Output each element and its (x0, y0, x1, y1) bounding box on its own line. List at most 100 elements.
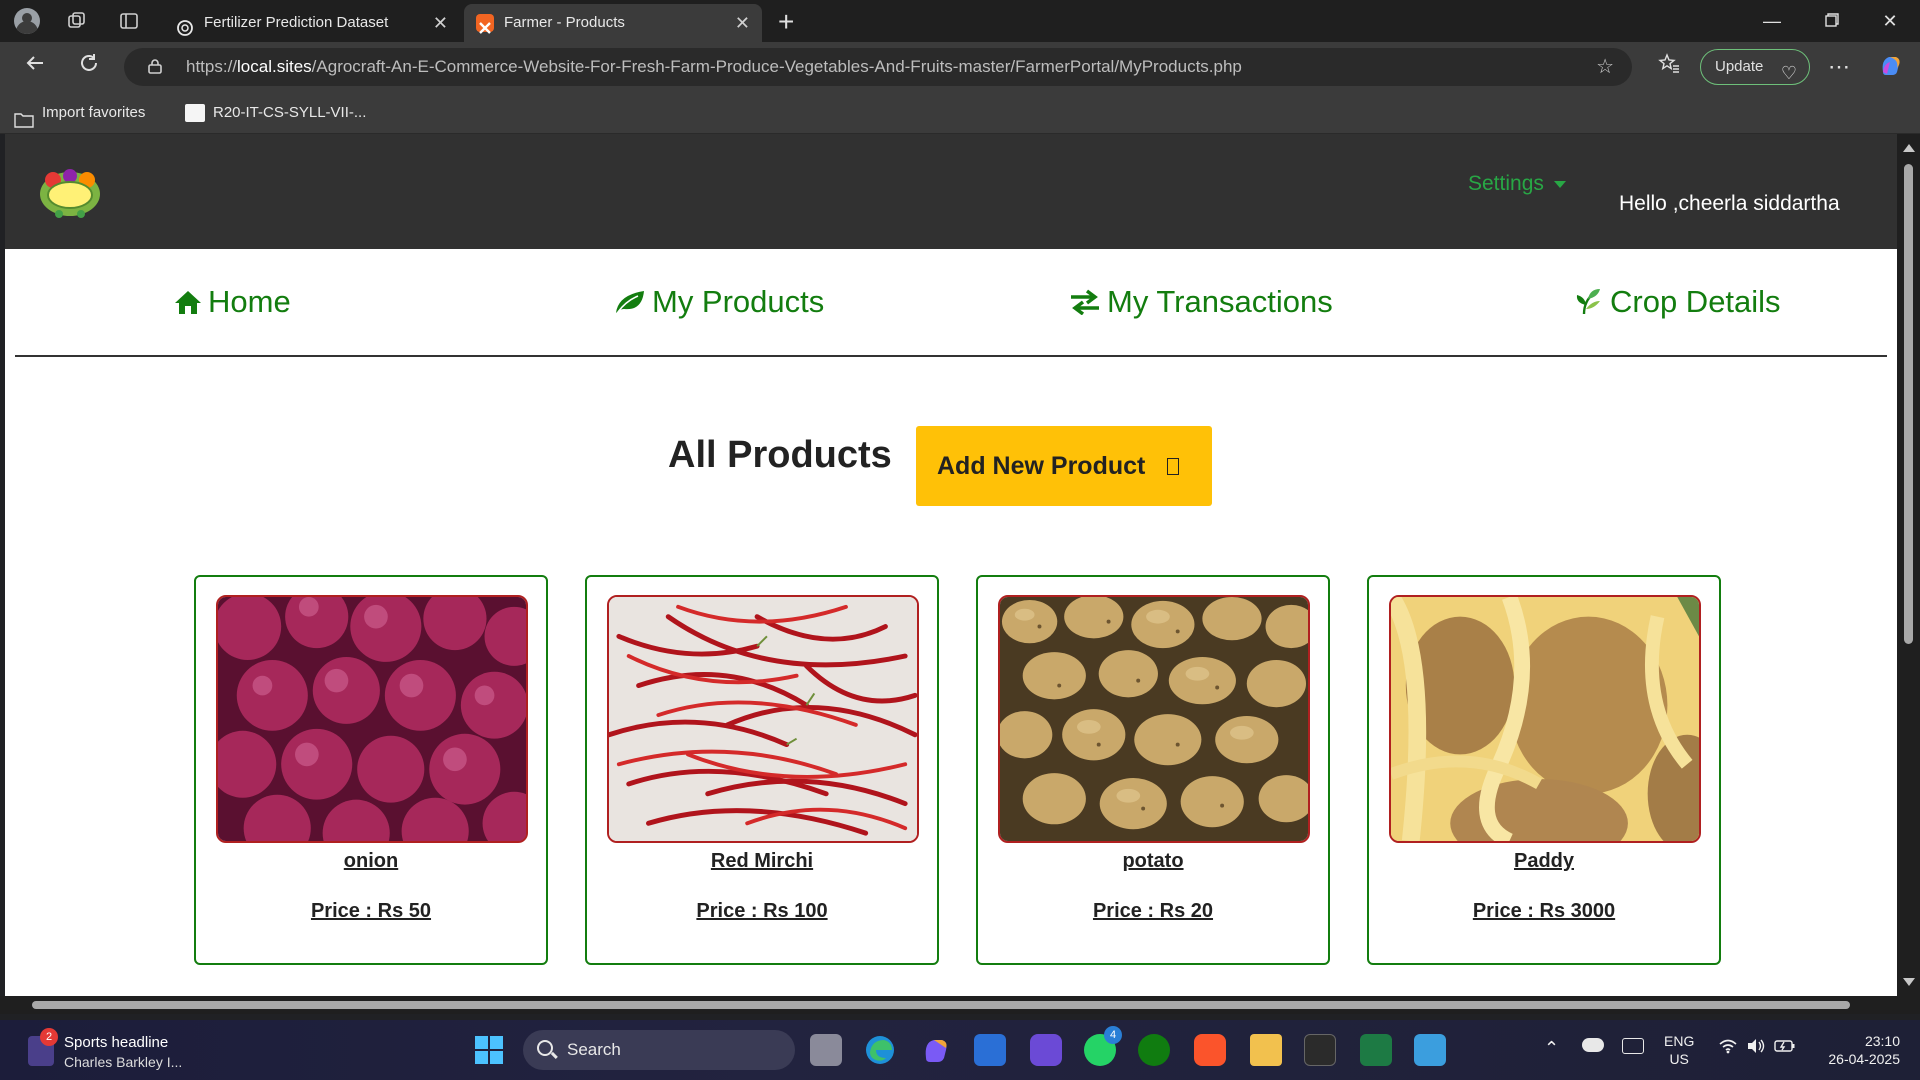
clock[interactable]: 23:10 26-04-2025 (1814, 1032, 1900, 1068)
microsoft-store-icon[interactable] (974, 1034, 1006, 1066)
brave-browser-icon[interactable] (1194, 1034, 1226, 1066)
scroll-thumb[interactable] (1904, 164, 1913, 644)
product-name[interactable]: onion (196, 850, 546, 873)
nav-label: My Products (652, 284, 825, 319)
language-indicator[interactable]: ENG US (1664, 1032, 1694, 1068)
close-tab-icon[interactable]: ✕ (433, 4, 448, 42)
excel-icon[interactable] (1360, 1034, 1392, 1066)
product-card: onion Price : Rs 50 (194, 575, 548, 965)
windows-taskbar: 2 Sports headline Charles Barkley I... S… (0, 1020, 1920, 1080)
news-badge: 2 (40, 1028, 58, 1046)
scroll-up-icon[interactable] (1903, 144, 1915, 152)
scroll-thumb[interactable] (32, 1001, 1850, 1009)
vertical-scrollbar[interactable] (1897, 134, 1920, 996)
product-name[interactable]: Red Mirchi (587, 850, 937, 873)
close-window-icon[interactable]: ✕ (1870, 6, 1910, 36)
site-header: Settings Hello ,cheerla siddartha (5, 134, 1897, 249)
search-icon (537, 1040, 553, 1056)
add-button-label: Add New Product (937, 452, 1146, 480)
caret-down-icon (1553, 180, 1566, 188)
minimize-icon[interactable]: — (1752, 6, 1792, 36)
add-new-product-button[interactable]: Add New Product (916, 426, 1212, 506)
farmers-market-logo[interactable] (37, 164, 103, 220)
settings-dropdown[interactable]: Settings (1468, 172, 1566, 196)
tab-fertilizer-dataset[interactable]: Fertilizer Prediction Dataset ✕ (164, 4, 460, 42)
nav-crop-details[interactable]: Crop Details (1574, 249, 1781, 355)
favorite-label: Import favorites (42, 104, 146, 121)
clock-time: 23:10 (1864, 1033, 1900, 1049)
battery-icon[interactable] (1774, 1038, 1796, 1057)
url-path: /Agrocraft-An-E-Commerce-Website-For-Fre… (311, 57, 1242, 76)
leaf-icon (616, 291, 644, 313)
whatsapp-icon[interactable]: 4 (1084, 1026, 1122, 1066)
nav-label: Crop Details (1610, 284, 1781, 319)
more-menu-icon[interactable]: ⋯ (1824, 52, 1854, 82)
xampp-favicon-icon (476, 14, 494, 34)
workspaces-icon[interactable] (66, 10, 88, 32)
show-hidden-icons-icon[interactable]: ⌃ (1544, 1038, 1559, 1059)
keyboard-icon[interactable] (1622, 1038, 1644, 1054)
nav-home[interactable]: Home (174, 249, 291, 355)
close-tab-icon[interactable]: ✕ (735, 4, 750, 42)
product-card: potato Price : Rs 20 (976, 575, 1330, 965)
clock-date: 26-04-2025 (1828, 1051, 1900, 1067)
new-tab-button[interactable]: + (778, 6, 794, 38)
product-price: Price : Rs 100 (696, 900, 828, 922)
refresh-icon[interactable] (74, 52, 104, 82)
red-mirchi-image (607, 595, 919, 843)
product-card: Red Mirchi Price : Rs 100 (585, 575, 939, 965)
page-title: All Products (668, 434, 892, 476)
address-bar[interactable]: https://local.sites/Agrocraft-An-E-Comme… (124, 48, 1632, 86)
url-host: local.sites (237, 57, 312, 76)
document-favicon-icon (185, 104, 205, 122)
url-scheme: https:// (186, 57, 238, 76)
update-label: Update (1715, 58, 1764, 75)
lock-icon[interactable] (148, 58, 162, 74)
news-widget[interactable]: 2 Sports headline Charles Barkley I... (28, 1028, 208, 1072)
onedrive-cloud-icon[interactable] (1582, 1038, 1604, 1052)
horizontal-scrollbar[interactable] (0, 996, 1920, 1014)
terminal-icon[interactable] (1304, 1034, 1336, 1066)
tab-farmer-products[interactable]: Farmer - Products ✕ (464, 4, 762, 42)
task-view-icon[interactable] (810, 1034, 842, 1066)
product-price: Price : Rs 50 (310, 900, 432, 922)
openai-favicon-icon (176, 14, 194, 36)
favorite-label: R20-IT-CS-SYLL-VII-... (213, 104, 367, 121)
copilot-app-icon[interactable] (920, 1034, 952, 1066)
file-explorer-icon[interactable] (1250, 1034, 1282, 1066)
profile-avatar-icon[interactable] (14, 8, 40, 34)
product-name[interactable]: potato (978, 850, 1328, 873)
paddy-image (1389, 595, 1701, 843)
wifi-icon[interactable] (1718, 1038, 1738, 1059)
missing-glyph-icon (1167, 458, 1180, 475)
taskbar-search[interactable]: Search (523, 1030, 795, 1070)
crop-icon (1576, 289, 1600, 315)
settings-label: Settings (1468, 172, 1544, 195)
syllabus-favorite-link[interactable]: R20-IT-CS-SYLL-VII-... (185, 92, 366, 134)
back-arrow-icon[interactable] (20, 52, 50, 82)
import-favorites-link[interactable]: Import favorites (14, 92, 145, 134)
vertical-tabs-icon[interactable] (118, 10, 140, 32)
product-name[interactable]: Paddy (1369, 850, 1719, 873)
purple-app-icon[interactable] (1030, 1034, 1062, 1066)
windows-start-icon[interactable] (473, 1034, 505, 1066)
notepad-icon[interactable] (1414, 1034, 1446, 1066)
nav-my-transactions[interactable]: My Transactions (1069, 249, 1333, 355)
restore-icon[interactable] (1812, 6, 1852, 36)
update-button[interactable]: Update ♡ (1700, 49, 1810, 85)
news-title: Sports headline (64, 1034, 169, 1051)
favorite-star-icon[interactable]: ☆ (1596, 54, 1614, 79)
xbox-icon[interactable] (1138, 1034, 1170, 1066)
nav-label: Home (208, 284, 291, 319)
scroll-down-icon[interactable] (1903, 978, 1915, 986)
whatsapp-badge: 4 (1104, 1026, 1122, 1044)
product-price: Price : Rs 20 (1092, 900, 1214, 922)
copilot-icon[interactable] (1876, 52, 1906, 82)
nav-my-products[interactable]: My Products (614, 249, 824, 355)
exchange-icon (1071, 289, 1099, 316)
favorites-icon[interactable] (1654, 52, 1684, 82)
volume-icon[interactable] (1746, 1038, 1766, 1057)
tab-title: Farmer - Products (504, 14, 625, 31)
edge-browser-icon[interactable] (864, 1034, 896, 1066)
region-code: US (1669, 1051, 1689, 1067)
